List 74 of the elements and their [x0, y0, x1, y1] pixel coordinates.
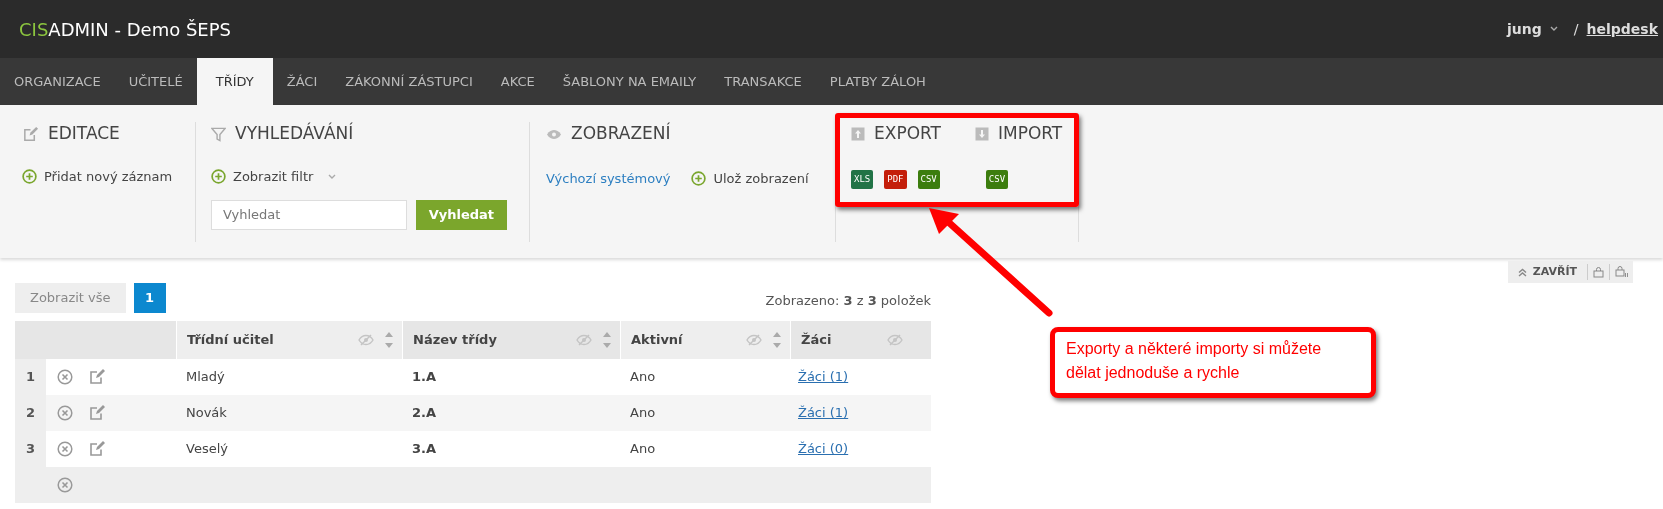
table-cell: Ano	[630, 405, 656, 421]
upload-icon	[851, 127, 865, 141]
pupils-link[interactable]: Žáci (1)	[798, 405, 849, 421]
app-title: ADMIN - Demo ŠEPS	[48, 17, 231, 42]
pupils-link[interactable]: Žáci (1)	[798, 369, 849, 385]
page-button[interactable]: 1	[133, 283, 166, 313]
helpdesk-link[interactable]: helpdesk	[1586, 18, 1658, 40]
plus-circle-icon	[211, 169, 226, 185]
lock-grid-icon[interactable]	[1615, 266, 1628, 278]
row-number: 3	[25, 440, 35, 459]
show-filter-link[interactable]: Zobrazit filtr	[233, 167, 314, 187]
delete-icon[interactable]	[57, 441, 73, 457]
filter-icon	[211, 126, 226, 142]
eye-icon	[546, 128, 562, 140]
delete-icon[interactable]	[57, 369, 73, 385]
file-format-button[interactable]: PDF	[884, 170, 907, 189]
default-view-link[interactable]: Výchozí systémový	[546, 169, 671, 189]
double-chevron-icon	[1517, 267, 1527, 277]
caret-icon[interactable]	[1549, 26, 1558, 32]
column-header: Žáci	[801, 331, 833, 350]
delete-icon[interactable]	[57, 477, 73, 493]
nav-tab[interactable]: TRANSAKCE	[710, 58, 816, 105]
row-number: 2	[25, 404, 35, 423]
pupils-link[interactable]: Žáci (0)	[798, 441, 849, 457]
brand-prefix: CIS	[19, 17, 49, 42]
file-format-button[interactable]: CSV	[917, 170, 940, 189]
section-title: EDITACE	[48, 122, 120, 146]
section-title: VYHLEDÁVÁNÍ	[235, 121, 354, 146]
nav-tab[interactable]: ZÁKONNÍ ZÁSTUPCI	[331, 58, 487, 105]
nav-tab[interactable]: ORGANIZACE	[0, 58, 115, 105]
user-menu[interactable]: jung	[1507, 18, 1542, 40]
plus-circle-icon	[691, 171, 707, 187]
table-cell: Novák	[186, 405, 227, 421]
column-header: Aktivní	[631, 331, 684, 350]
search-field[interactable]: Vyhledat	[211, 199, 407, 230]
edit-icon[interactable]	[88, 440, 106, 458]
hide-column-icon[interactable]	[576, 334, 592, 346]
lock-icon[interactable]	[1593, 266, 1604, 278]
row-number: 1	[25, 368, 35, 387]
show-all-button[interactable]: Zobrazit vše	[15, 283, 126, 313]
file-format-button[interactable]: CSV	[985, 170, 1009, 189]
item-count-text: Zobrazeno: 3 z 3 položek	[765, 291, 931, 310]
table-cell: Mladý	[186, 369, 225, 385]
table-cell: Ano	[630, 369, 656, 385]
nav-tab[interactable]: ŠABLONY NA EMAILY	[548, 58, 711, 105]
table-cell: 1.A	[412, 369, 437, 385]
hide-column-icon[interactable]	[746, 334, 762, 346]
section-title: EXPORT	[874, 122, 941, 146]
add-record-link[interactable]: Přidat nový záznam	[44, 167, 173, 187]
table-cell: 2.A	[412, 405, 437, 421]
edit-icon[interactable]	[88, 368, 106, 386]
file-format-button[interactable]: XLS	[851, 170, 874, 189]
column-header: Třídní učitel	[187, 331, 275, 350]
table-cell: Ano	[630, 441, 656, 457]
table-cell: 3.A	[412, 441, 437, 457]
nav-tab[interactable]: AKCE	[486, 58, 549, 105]
save-view-link[interactable]: Ulož zobrazení	[713, 169, 809, 189]
download-icon	[975, 127, 989, 141]
column-header: Název třídy	[413, 331, 498, 350]
callout-text: Exporty a některé importy si můžete dělat jednoduše a rychle	[1050, 327, 1376, 398]
nav-tab[interactable]: UČITELÉ	[114, 58, 197, 105]
plus-circle-icon	[22, 169, 37, 185]
separator-text: /	[1573, 19, 1579, 39]
section-title: ZOBRAZENÍ	[571, 121, 671, 146]
nav-tab[interactable]: PLATBY ZÁLOH	[815, 58, 940, 105]
delete-icon[interactable]	[57, 405, 73, 421]
edit-icon	[22, 125, 39, 143]
nav-tab[interactable]: ŽÁCI	[272, 58, 332, 105]
hide-column-icon[interactable]	[358, 334, 374, 346]
hide-column-icon[interactable]	[887, 334, 903, 346]
edit-icon[interactable]	[88, 404, 106, 422]
table-cell: Veselý	[186, 441, 228, 457]
section-title: IMPORT	[998, 122, 1063, 146]
nav-tab[interactable]: TŘÍDY	[196, 58, 273, 105]
